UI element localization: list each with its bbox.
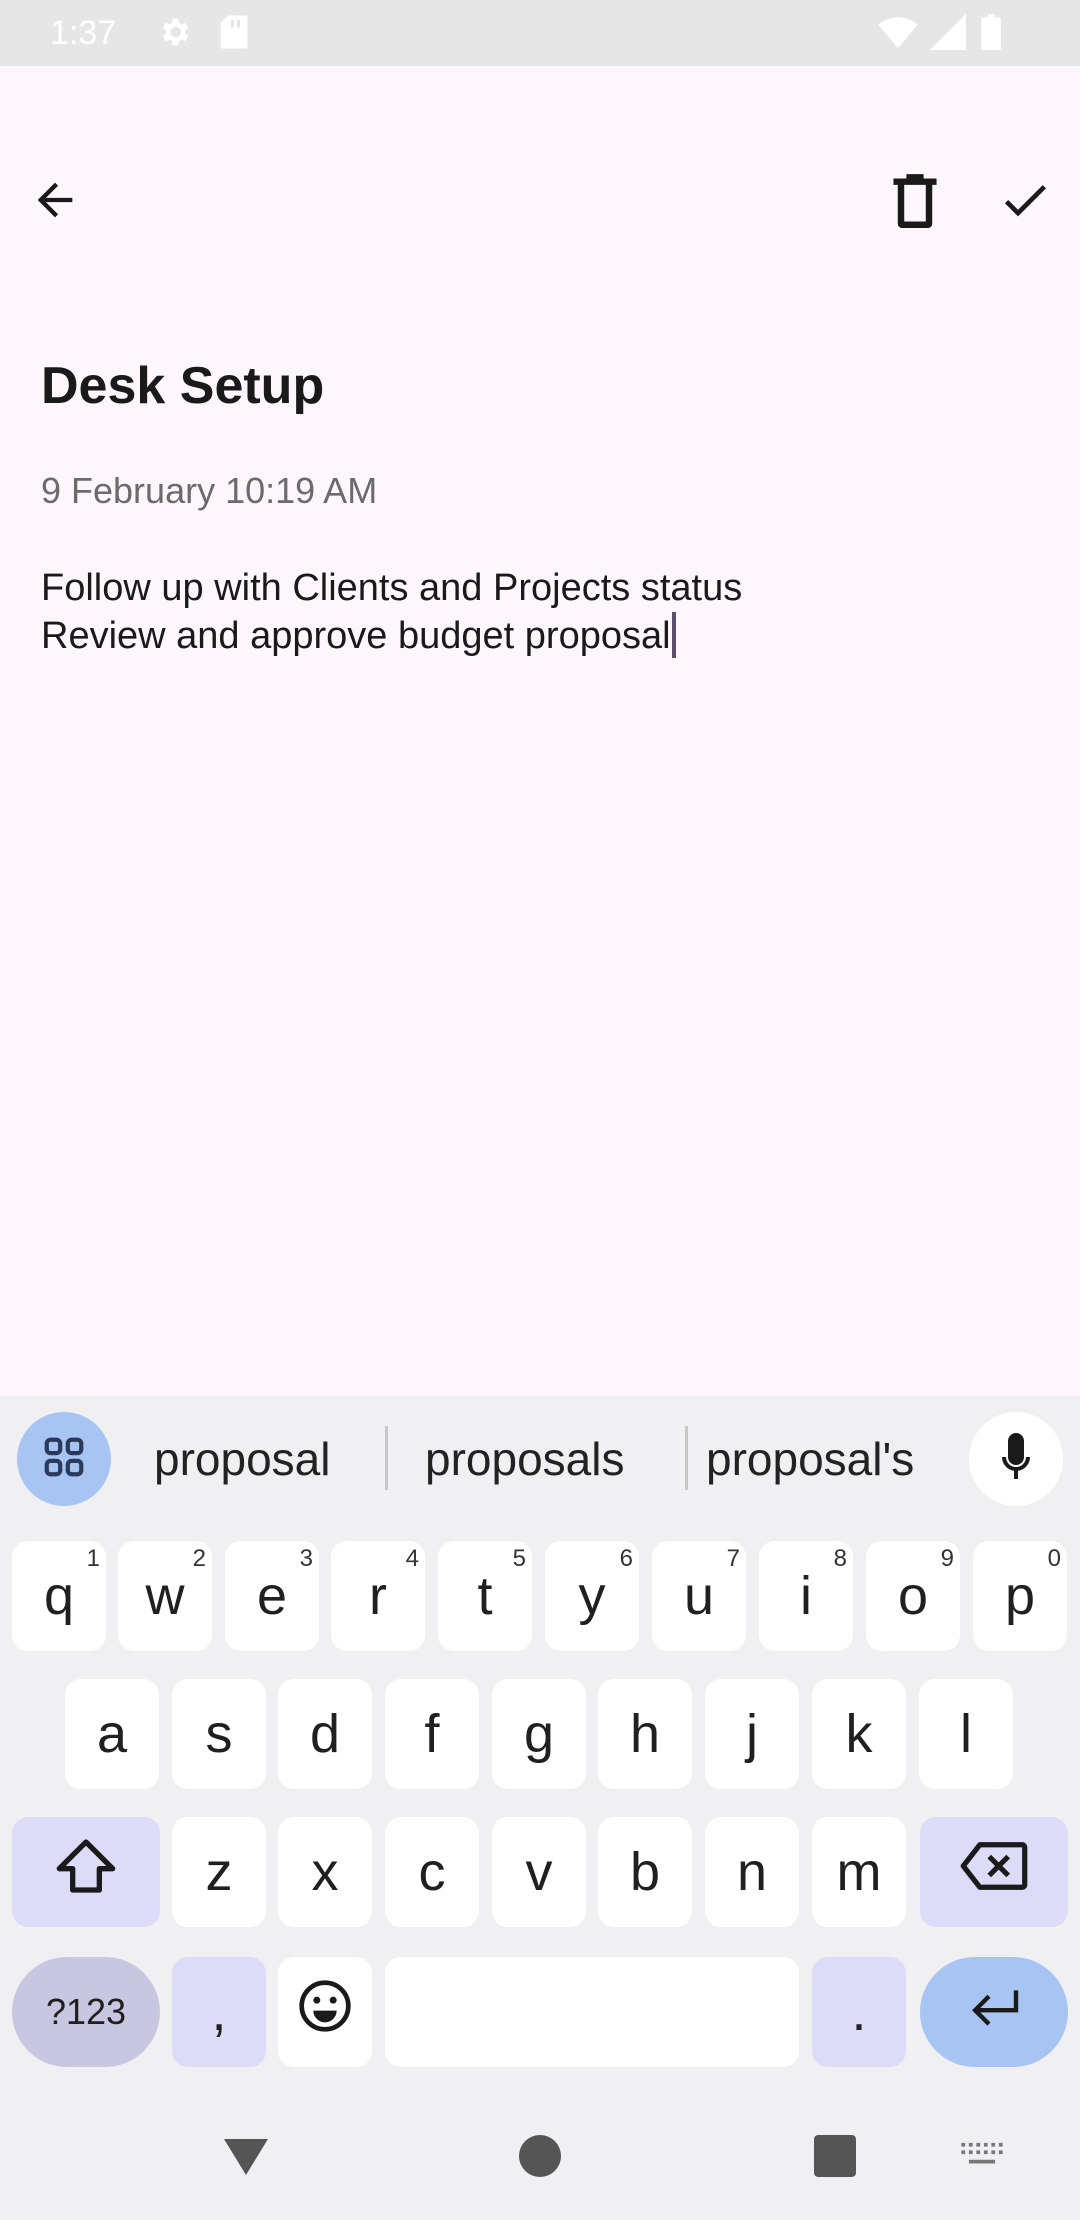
key-label: y	[578, 1566, 606, 1626]
wifi-icon	[878, 14, 918, 55]
key-f[interactable]: f	[385, 1679, 479, 1789]
enter-key[interactable]	[920, 1957, 1068, 2067]
key-v[interactable]: v	[492, 1817, 586, 1927]
note-title[interactable]: Desk Setup	[41, 356, 324, 416]
triangle-down-icon	[222, 2135, 270, 2182]
key-label: t	[477, 1566, 493, 1626]
suggestion-strip: proposal proposals proposal's	[0, 1396, 1080, 1526]
key-hint: 6	[619, 1545, 633, 1572]
key-g[interactable]: g	[492, 1679, 586, 1789]
circle-icon	[519, 2134, 561, 2182]
nav-recents-button[interactable]	[789, 2096, 881, 2220]
suggestion-divider	[685, 1426, 688, 1490]
note-body-line-with-cursor: Review and approve budget proposal	[41, 612, 742, 660]
arrow-left-icon	[29, 174, 81, 231]
suggestion-2[interactable]: proposals	[425, 1432, 624, 1486]
key-label: p	[1004, 1566, 1036, 1626]
key-m[interactable]: m	[812, 1817, 906, 1927]
key-hint: 4	[405, 1545, 419, 1572]
key-j[interactable]: j	[705, 1679, 799, 1789]
keyboard-switch-button[interactable]	[954, 2096, 1010, 2220]
key-label: i	[800, 1566, 812, 1626]
gear-icon	[156, 14, 192, 55]
key-label: o	[897, 1566, 929, 1626]
suggestion-3[interactable]: proposal's	[706, 1432, 914, 1486]
enter-arrow-icon	[964, 1981, 1024, 2043]
emoji-icon	[297, 1978, 353, 2047]
key-z[interactable]: z	[172, 1817, 266, 1927]
key-c[interactable]: c	[385, 1817, 479, 1927]
key-n[interactable]: n	[705, 1817, 799, 1927]
battery-icon	[980, 14, 1002, 55]
key-hint: 1	[86, 1545, 100, 1572]
shift-key[interactable]	[12, 1817, 160, 1927]
key-q[interactable]: q1	[12, 1541, 106, 1651]
check-icon	[997, 172, 1053, 233]
note-body-line: Follow up with Clients and Projects stat…	[41, 567, 743, 609]
key-label: e	[256, 1566, 288, 1626]
period-key[interactable]: .	[812, 1957, 906, 2067]
signal-icon	[930, 14, 966, 55]
voice-input-button[interactable]	[969, 1412, 1063, 1506]
backspace-key[interactable]	[920, 1817, 1068, 1927]
key-hint: 7	[726, 1545, 740, 1572]
key-i[interactable]: i8	[759, 1541, 853, 1651]
key-label: u	[683, 1566, 715, 1626]
key-p[interactable]: p0	[973, 1541, 1067, 1651]
key-hint: 2	[192, 1545, 206, 1572]
key-u[interactable]: u7	[652, 1541, 746, 1651]
key-label: w	[145, 1566, 185, 1626]
space-key[interactable]	[385, 1957, 799, 2067]
nav-home-button[interactable]	[494, 2096, 586, 2220]
key-k[interactable]: k	[812, 1679, 906, 1789]
navigation-bar	[0, 2096, 1080, 2220]
key-r[interactable]: r4	[331, 1541, 425, 1651]
key-label: r	[369, 1566, 387, 1626]
note-body[interactable]: Follow up with Clients and Projects stat…	[41, 564, 742, 660]
key-w[interactable]: w2	[118, 1541, 212, 1651]
key-t[interactable]: t5	[438, 1541, 532, 1651]
save-button[interactable]	[977, 154, 1073, 250]
key-hint: 8	[833, 1545, 847, 1572]
key-o[interactable]: o9	[866, 1541, 960, 1651]
key-e[interactable]: e3	[225, 1541, 319, 1651]
key-hint: 0	[1047, 1545, 1061, 1572]
key-hint: 3	[299, 1545, 313, 1572]
nav-back-button[interactable]	[200, 2096, 292, 2220]
key-b[interactable]: b	[598, 1817, 692, 1927]
sd-card-icon	[218, 14, 250, 55]
comma-key[interactable]: ,	[172, 1957, 266, 2067]
key-x[interactable]: x	[278, 1817, 372, 1927]
key-h[interactable]: h	[598, 1679, 692, 1789]
key-l[interactable]: l	[919, 1679, 1013, 1789]
status-bar: 1:37	[0, 0, 1080, 66]
symbols-key[interactable]: ?123	[12, 1957, 160, 2067]
key-hint: 9	[940, 1545, 954, 1572]
keyboard-menu-button[interactable]	[17, 1412, 111, 1506]
backspace-icon	[958, 1840, 1030, 1905]
trash-icon	[889, 172, 941, 233]
suggestion-1[interactable]: proposal	[154, 1432, 330, 1486]
on-screen-keyboard: proposal proposals proposal's q1 w2 e3 r…	[0, 1396, 1080, 2096]
status-time: 1:37	[50, 14, 117, 52]
emoji-key[interactable]	[278, 1957, 372, 2067]
delete-button[interactable]	[867, 154, 963, 250]
note-editor: Desk Setup 9 February 10:19 AM Follow up…	[0, 66, 1080, 1396]
suggestion-divider	[385, 1426, 388, 1490]
shift-arrow-icon	[54, 1836, 118, 1909]
keyboard-icon	[959, 2141, 1005, 2176]
text-cursor	[671, 612, 676, 658]
square-icon	[814, 2134, 856, 2182]
apps-grid-icon	[41, 1434, 87, 1485]
key-y[interactable]: y6	[545, 1541, 639, 1651]
key-a[interactable]: a	[65, 1679, 159, 1789]
key-hint: 5	[512, 1545, 526, 1572]
back-button[interactable]	[7, 154, 103, 250]
key-s[interactable]: s	[172, 1679, 266, 1789]
note-date: 9 February 10:19 AM	[41, 470, 378, 511]
key-d[interactable]: d	[278, 1679, 372, 1789]
note-body-line: Review and approve budget proposal	[41, 615, 671, 657]
microphone-icon	[995, 1431, 1037, 1488]
key-label: q	[43, 1566, 75, 1626]
